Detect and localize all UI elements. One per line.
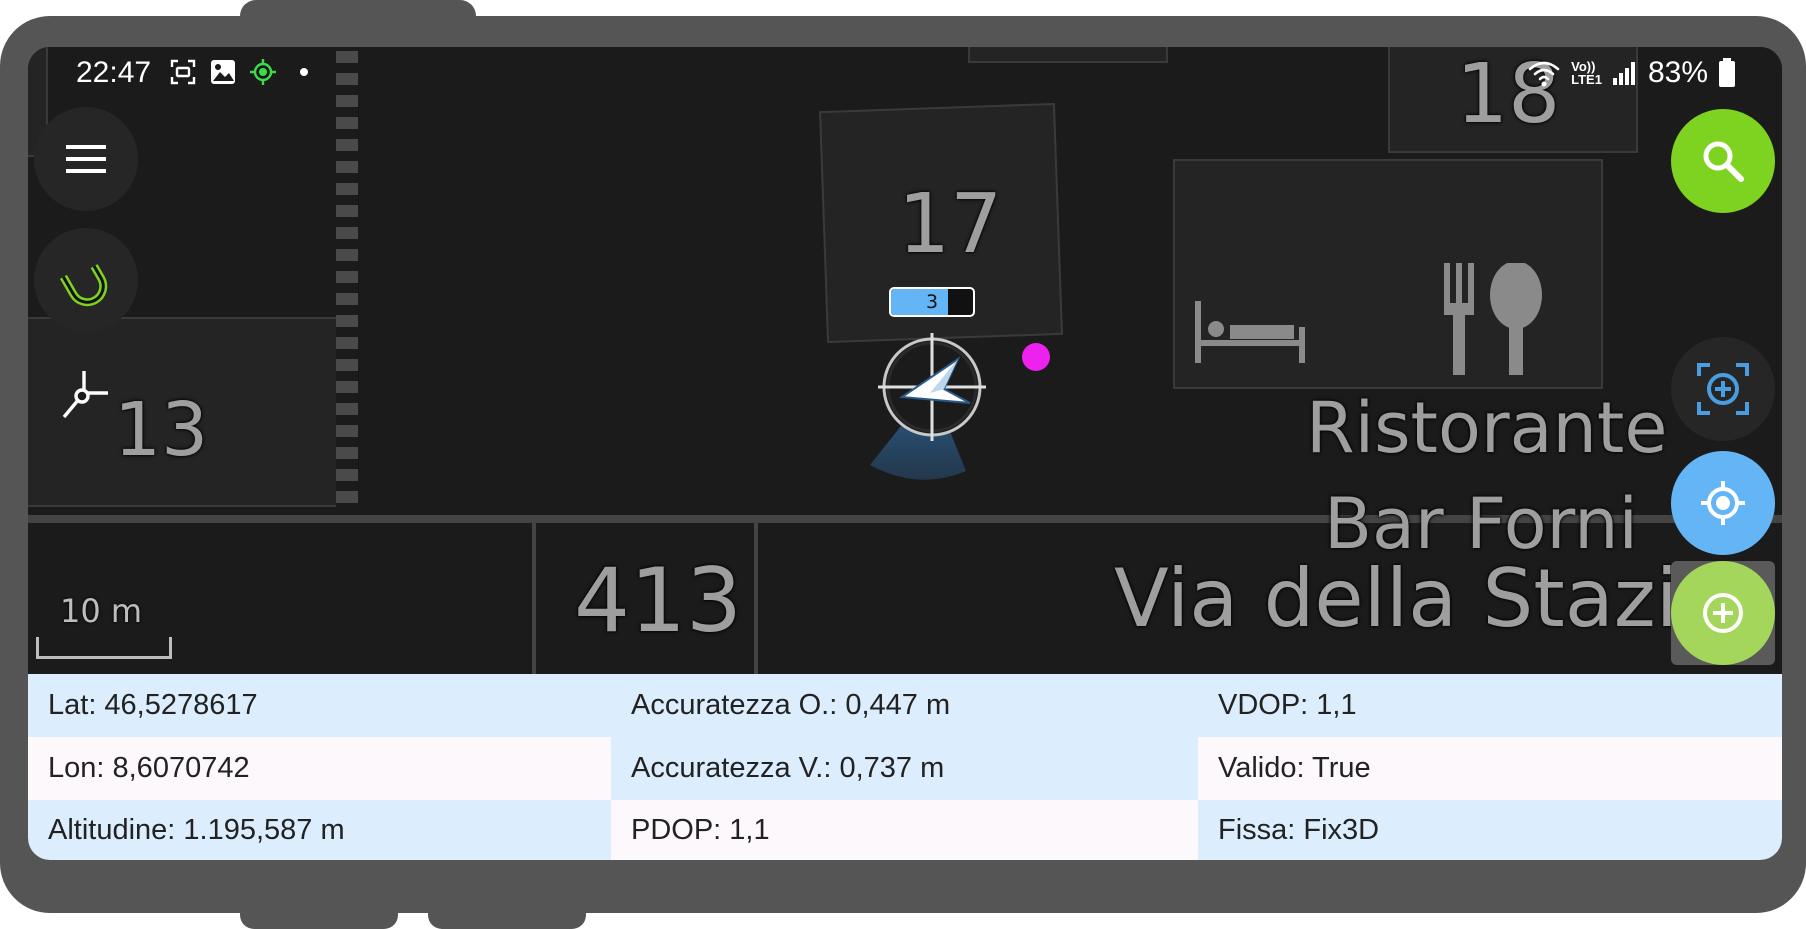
- status-icons-left: [170, 59, 310, 85]
- search-icon: [1703, 141, 1744, 182]
- gps-active-icon: [250, 59, 276, 85]
- digitize-vertex-icon: [62, 371, 108, 419]
- vdop-value: VDOP: 1,1: [1198, 674, 1782, 737]
- road-divider-2: [754, 523, 758, 674]
- altitude-value: Altitudine: 1.195,587 m: [28, 800, 611, 860]
- battery-percent: 83%: [1647, 56, 1708, 89]
- search-button[interactable]: [1671, 109, 1775, 213]
- notification-dot-icon: [300, 68, 308, 76]
- add-point-button[interactable]: [1671, 561, 1775, 665]
- center-map-button[interactable]: [1671, 337, 1775, 441]
- pdop-value: PDOP: 1,1: [611, 800, 1198, 860]
- status-icons-right: Vo)) LTE1 83%: [1527, 56, 1736, 90]
- side-button-right: [428, 880, 586, 929]
- h-accuracy-value: Accuratezza O.: 0,447 m: [611, 674, 1198, 737]
- gps-position-cursor: 3: [854, 287, 1014, 527]
- railway-line: [336, 51, 358, 511]
- screen-record-icon: [170, 59, 196, 85]
- building-top: [968, 47, 1168, 63]
- map-scale-label: 10 m: [60, 592, 143, 630]
- signal-icon: [1612, 62, 1635, 85]
- status-time: 22:47: [76, 56, 152, 89]
- fix-value: Fissa: Fix3D: [1198, 800, 1782, 860]
- digitize-button[interactable]: [34, 345, 138, 449]
- add-point-icon: [1703, 593, 1743, 633]
- lat-value: Lat: 46,5278617: [28, 674, 611, 737]
- lte-label: LTE1: [1571, 72, 1602, 87]
- wifi-icon: [1528, 61, 1560, 87]
- valid-value: Valido: True: [1198, 737, 1782, 800]
- poi-label-line1: Ristorante: [1306, 387, 1668, 469]
- gallery-icon: [211, 60, 235, 84]
- gps-cursor-icon: [870, 333, 986, 480]
- menu-icon: [66, 145, 106, 173]
- center-target-icon: [1697, 363, 1749, 415]
- v-accuracy-value: Accuratezza V.: 0,737 m: [611, 737, 1198, 800]
- gnss-info-table: Lat: 46,5278617 Accuratezza O.: 0,447 m …: [28, 674, 1782, 860]
- road-divider-1: [532, 523, 536, 674]
- restaurant-icon: [1444, 263, 1542, 375]
- side-button-left: [240, 880, 398, 929]
- house-number-413: 413: [574, 549, 742, 652]
- menu-button[interactable]: [34, 107, 138, 211]
- magnet-snap-icon: [59, 264, 108, 307]
- snapping-button[interactable]: [34, 228, 138, 332]
- gps-raw-position-marker: [1022, 343, 1050, 371]
- satellite-count: 3: [925, 291, 939, 313]
- volte-icon: Vo)) LTE1: [1571, 60, 1602, 86]
- map-scale-bar: [36, 637, 172, 659]
- lon-value: Lon: 8,6070742: [28, 737, 611, 800]
- hotel-icon: [1195, 301, 1305, 363]
- my-location-button[interactable]: [1671, 451, 1775, 555]
- battery-icon: [1719, 58, 1735, 87]
- street-label: Via della Stazi: [1114, 552, 1678, 645]
- phone-screen: 17 18 13 413 Ristorante Bar Forni Via de…: [28, 47, 1782, 860]
- map-canvas[interactable]: 17 18 13 413 Ristorante Bar Forni Via de…: [28, 47, 1782, 674]
- satellite-count-badge: 3: [889, 287, 975, 317]
- house-number-17: 17: [898, 177, 1003, 272]
- my-location-icon: [1701, 481, 1745, 525]
